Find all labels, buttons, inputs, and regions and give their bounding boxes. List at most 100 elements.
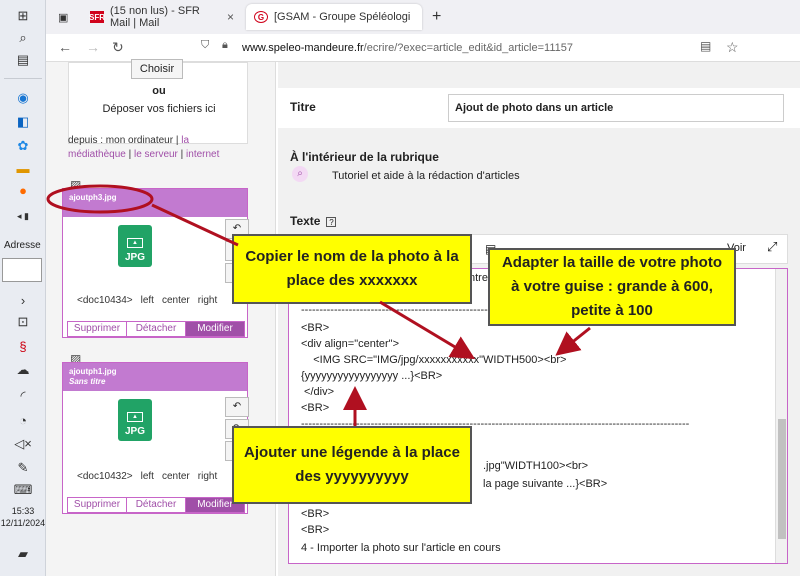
document-actions: Supprimer Détacher Modifier (67, 321, 245, 337)
editor-scrollbar[interactable] (775, 269, 787, 563)
taskbar-divider (4, 78, 42, 79)
document-header: ajoutph3.jpg (63, 189, 247, 217)
file-explorer-icon[interactable]: ▬ (13, 158, 33, 178)
tray-app-icon[interactable]: § (13, 336, 33, 356)
upload-box: Choisir ou Déposer vos fichiers ici (68, 59, 249, 144)
editor-line: {yyyyyyyyyyyyyyyyy ...}<BR> (301, 370, 443, 382)
forward-arrow-icon[interactable]: → (86, 39, 100, 55)
rotate-left-icon[interactable]: ↶ (225, 397, 249, 417)
sfr-favicon-icon: SFR (89, 11, 105, 23)
align-left-option[interactable]: left (141, 295, 154, 306)
picture-icon: ▲ (127, 412, 143, 422)
document-id[interactable]: <doc10432> (77, 471, 133, 482)
back-arrow-icon[interactable]: ← (58, 39, 72, 55)
phone-link-icon[interactable]: ⊡ (13, 312, 33, 332)
upload-source-links: depuis : mon ordinateur | la médiathèque… (68, 135, 220, 160)
align-right-option[interactable]: right (198, 295, 217, 306)
rubrique-value[interactable]: Tutoriel et aide à la rédaction d'articl… (332, 170, 520, 182)
document-filename: ajoutph1.jpg (69, 367, 117, 376)
wifi-icon[interactable]: ◔ (13, 410, 33, 430)
title-label: Titre (290, 100, 316, 114)
document-card: ajoutph1.jpg Sans titre ▲ JPG ↶ ↷ ↻ <doc… (62, 362, 249, 514)
chevron-right-icon[interactable]: › (13, 290, 33, 310)
search-icon[interactable]: ⌕ (13, 28, 33, 48)
tab-overview-icon[interactable]: ▣ (50, 4, 78, 30)
url-host: www.speleo-mandeure.fr (242, 42, 364, 54)
network-icon[interactable]: ◜ (13, 386, 33, 406)
editor-line: </div> (301, 386, 335, 398)
reload-icon[interactable]: ↻ (112, 39, 124, 56)
drop-zone-label[interactable]: Déposer vos fichiers ici (69, 103, 249, 115)
address-toolbar-input[interactable] (2, 258, 42, 282)
url-path: /ecrire/?exec=article_edit&id_article=11… (363, 42, 573, 54)
choose-file-button[interactable]: Choisir (131, 59, 183, 79)
bookmark-star-icon[interactable]: ☆ (726, 39, 739, 56)
fullscreen-icon[interactable]: ⤢ (767, 239, 777, 255)
align-center-option[interactable]: center (162, 471, 190, 482)
editor-line: <BR> (301, 508, 330, 520)
tab-label: (15 non lus) - SFR Mail | Mail (110, 5, 200, 29)
align-left-option[interactable]: left (141, 471, 154, 482)
align-right-option[interactable]: right (198, 471, 217, 482)
text-label-text: Texte (290, 214, 321, 228)
tab-gsam[interactable]: G [GSAM - Groupe Spéléologique (246, 4, 422, 30)
title-field: Titre Ajout de photo dans un article (278, 88, 800, 128)
clock-time: 15:33 (11, 506, 35, 516)
jpg-file-icon[interactable]: ▲ JPG (118, 399, 152, 441)
callout-resize: Adapter la taille de votre photo à votre… (488, 248, 736, 326)
edge-icon[interactable]: ◉ (13, 88, 33, 108)
edit-button[interactable]: Modifier (186, 322, 244, 336)
keyboard-icon[interactable]: ⌨ (13, 480, 33, 500)
document-card: ajoutph3.jpg ▲ JPG ↶ ↷ ↻ <doc10434> left… (62, 188, 249, 338)
document-header: ajoutph1.jpg Sans titre (63, 363, 247, 391)
tab-bar: ▣ SFR (15 non lus) - SFR Mail | Mail × G… (46, 0, 800, 34)
internet-link[interactable]: internet (186, 149, 219, 160)
notifications-icon[interactable]: ▰ (13, 544, 33, 564)
document-id[interactable]: <doc10434> (77, 295, 133, 306)
upload-or-label: ou (152, 85, 166, 97)
document-insert-options: <doc10434> left center right (63, 295, 249, 306)
callout-copy-name: Copier le nom de la photo à la place des… (232, 234, 472, 304)
title-input[interactable]: Ajout de photo dans un article (448, 94, 784, 122)
picture-icon: ▲ (127, 238, 143, 248)
close-icon[interactable]: × (227, 10, 234, 24)
new-tab-icon[interactable]: + (424, 4, 448, 30)
editor-line: la page suivante ...}<BR> (483, 478, 608, 490)
tab-sfr-mail[interactable]: SFR (15 non lus) - SFR Mail | Mail × (82, 4, 242, 30)
editor-line: .jpg"WIDTH100><br> (483, 460, 589, 472)
pen-icon[interactable]: ✎ (13, 458, 33, 478)
editor-line: <BR> (301, 322, 330, 334)
detach-button[interactable]: Détacher (127, 498, 186, 512)
toolbar-handle-icon[interactable]: ◂ ▮ (13, 206, 33, 226)
gsam-favicon-icon: G (254, 11, 268, 23)
detach-button[interactable]: Détacher (127, 322, 186, 336)
outlook-icon[interactable]: ◧ (13, 112, 33, 132)
tab-label: [GSAM - Groupe Spéléologique (274, 11, 410, 23)
reader-view-icon[interactable]: ▤ (700, 39, 711, 53)
clock-date: 12/11/2024 (0, 518, 46, 528)
windows-start-icon[interactable]: ⊞ (13, 6, 33, 26)
firefox-icon[interactable]: ● (13, 180, 33, 200)
scrollbar-thumb[interactable] (778, 419, 786, 539)
system-clock[interactable]: 15:33 12/11/2024 (0, 505, 46, 529)
editor-line: 4 - Importer la photo sur l'article en c… (301, 542, 501, 554)
volume-muted-icon[interactable]: ◁× (13, 434, 33, 454)
lock-icon[interactable]: 🔒︎ (222, 39, 228, 52)
align-center-option[interactable]: center (162, 295, 190, 306)
document-subtitle: Sans titre (69, 377, 106, 386)
upload-from-label: depuis : mon ordinateur | (68, 135, 179, 146)
search-icon[interactable]: ⌕ (292, 166, 308, 182)
delete-button[interactable]: Supprimer (68, 498, 127, 512)
rubrique-label: À l'intérieur de la rubrique (290, 150, 439, 164)
callout-legend: Ajouter une légende à la place des yyyyy… (232, 426, 472, 504)
jpg-file-icon[interactable]: ▲ JPG (118, 225, 152, 267)
delete-button[interactable]: Supprimer (68, 322, 127, 336)
document-actions: Supprimer Détacher Modifier (67, 497, 245, 513)
copilot-icon[interactable]: ✿ (13, 136, 33, 156)
shield-icon[interactable]: ⛉ (201, 39, 209, 52)
help-icon[interactable]: ? (326, 217, 337, 227)
address-toolbar-label: Adresse (4, 240, 41, 251)
task-view-icon[interactable]: ▤ (13, 50, 33, 70)
server-link[interactable]: le serveur (134, 149, 178, 160)
onedrive-icon[interactable]: ☁ (13, 360, 33, 380)
